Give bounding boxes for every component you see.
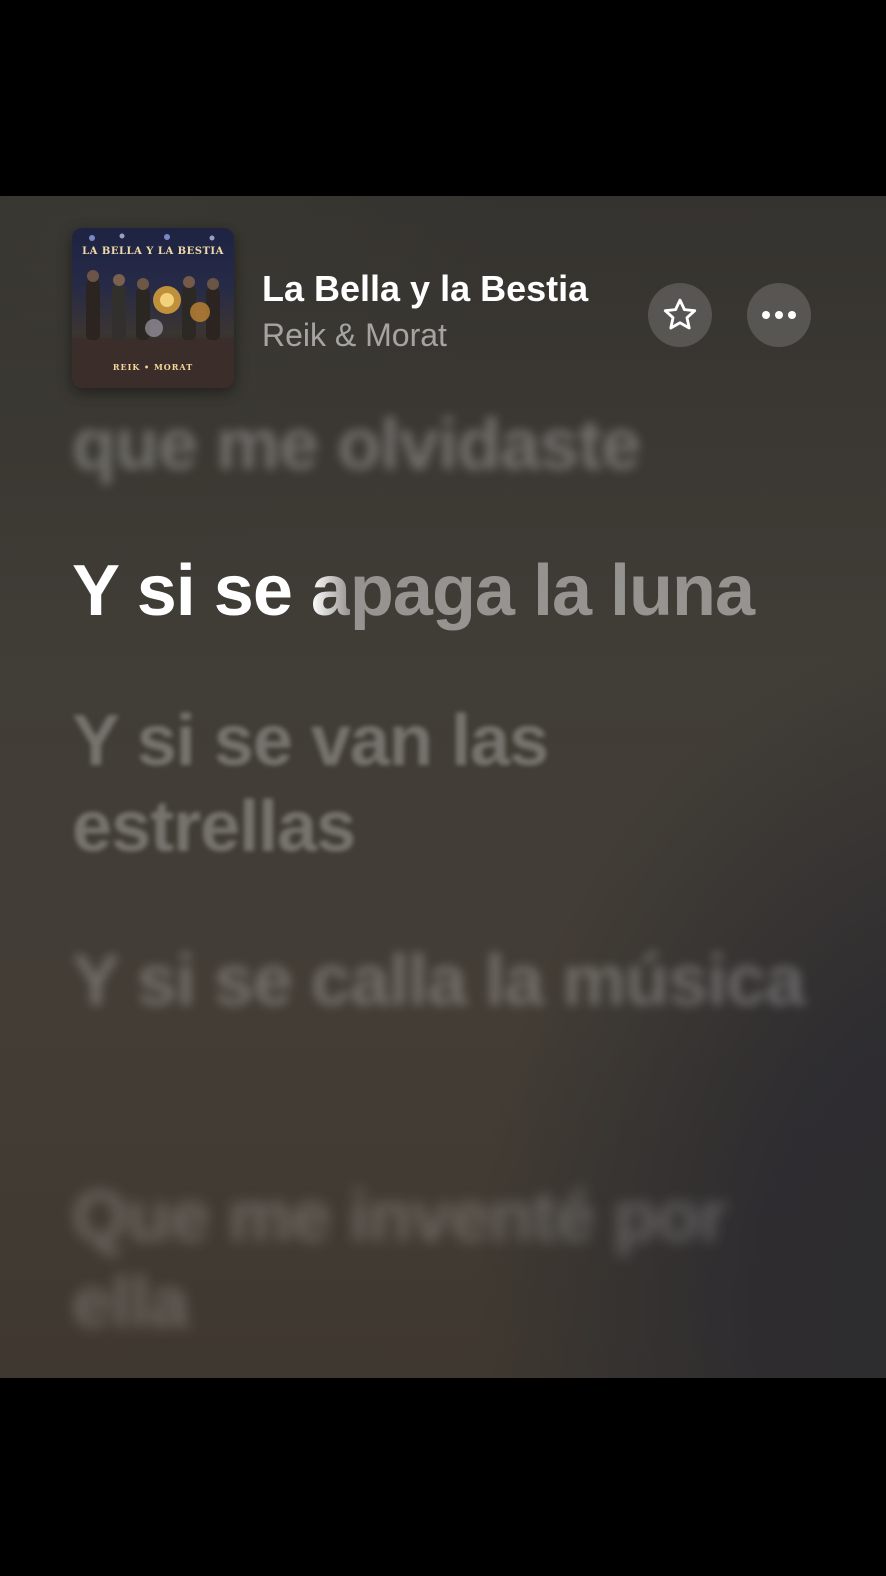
lyric-line-current[interactable]: Y si se apaga la luna: [72, 548, 812, 634]
favorite-button[interactable]: [648, 283, 712, 347]
artist-name[interactable]: Reik & Morat: [262, 317, 447, 354]
star-icon: [663, 298, 697, 330]
lyric-line-upcoming[interactable]: Y si se calla la música: [72, 938, 812, 1024]
lyrics-screen: LA BELLA Y LA BESTIA REIK • MORAT La Bel…: [0, 196, 886, 1378]
letterbox-bottom: [0, 1378, 886, 1576]
lyric-sung-part: Y si se: [72, 551, 311, 631]
lyric-unsung-part: paga la luna: [349, 551, 755, 631]
lyric-line-past[interactable]: que me olvidaste: [72, 402, 812, 488]
song-title[interactable]: La Bella y la Bestia: [262, 268, 588, 310]
letterbox-top: [0, 0, 886, 196]
album-artwork[interactable]: LA BELLA Y LA BESTIA REIK • MORAT: [72, 228, 234, 388]
more-options-button[interactable]: [747, 283, 811, 347]
artwork-title-text: LA BELLA Y LA BESTIA: [82, 246, 224, 257]
lyric-line-upcoming[interactable]: Que me inventé por ella: [72, 1174, 812, 1346]
artwork-artist-text: REIK • MORAT: [112, 362, 194, 372]
lyric-in-progress-part: a: [310, 551, 351, 631]
lyric-line-upcoming[interactable]: Y si se van las estrellas: [72, 698, 812, 870]
ellipsis-icon: [762, 311, 796, 319]
now-playing-header: LA BELLA Y LA BESTIA REIK • MORAT La Bel…: [0, 196, 886, 396]
